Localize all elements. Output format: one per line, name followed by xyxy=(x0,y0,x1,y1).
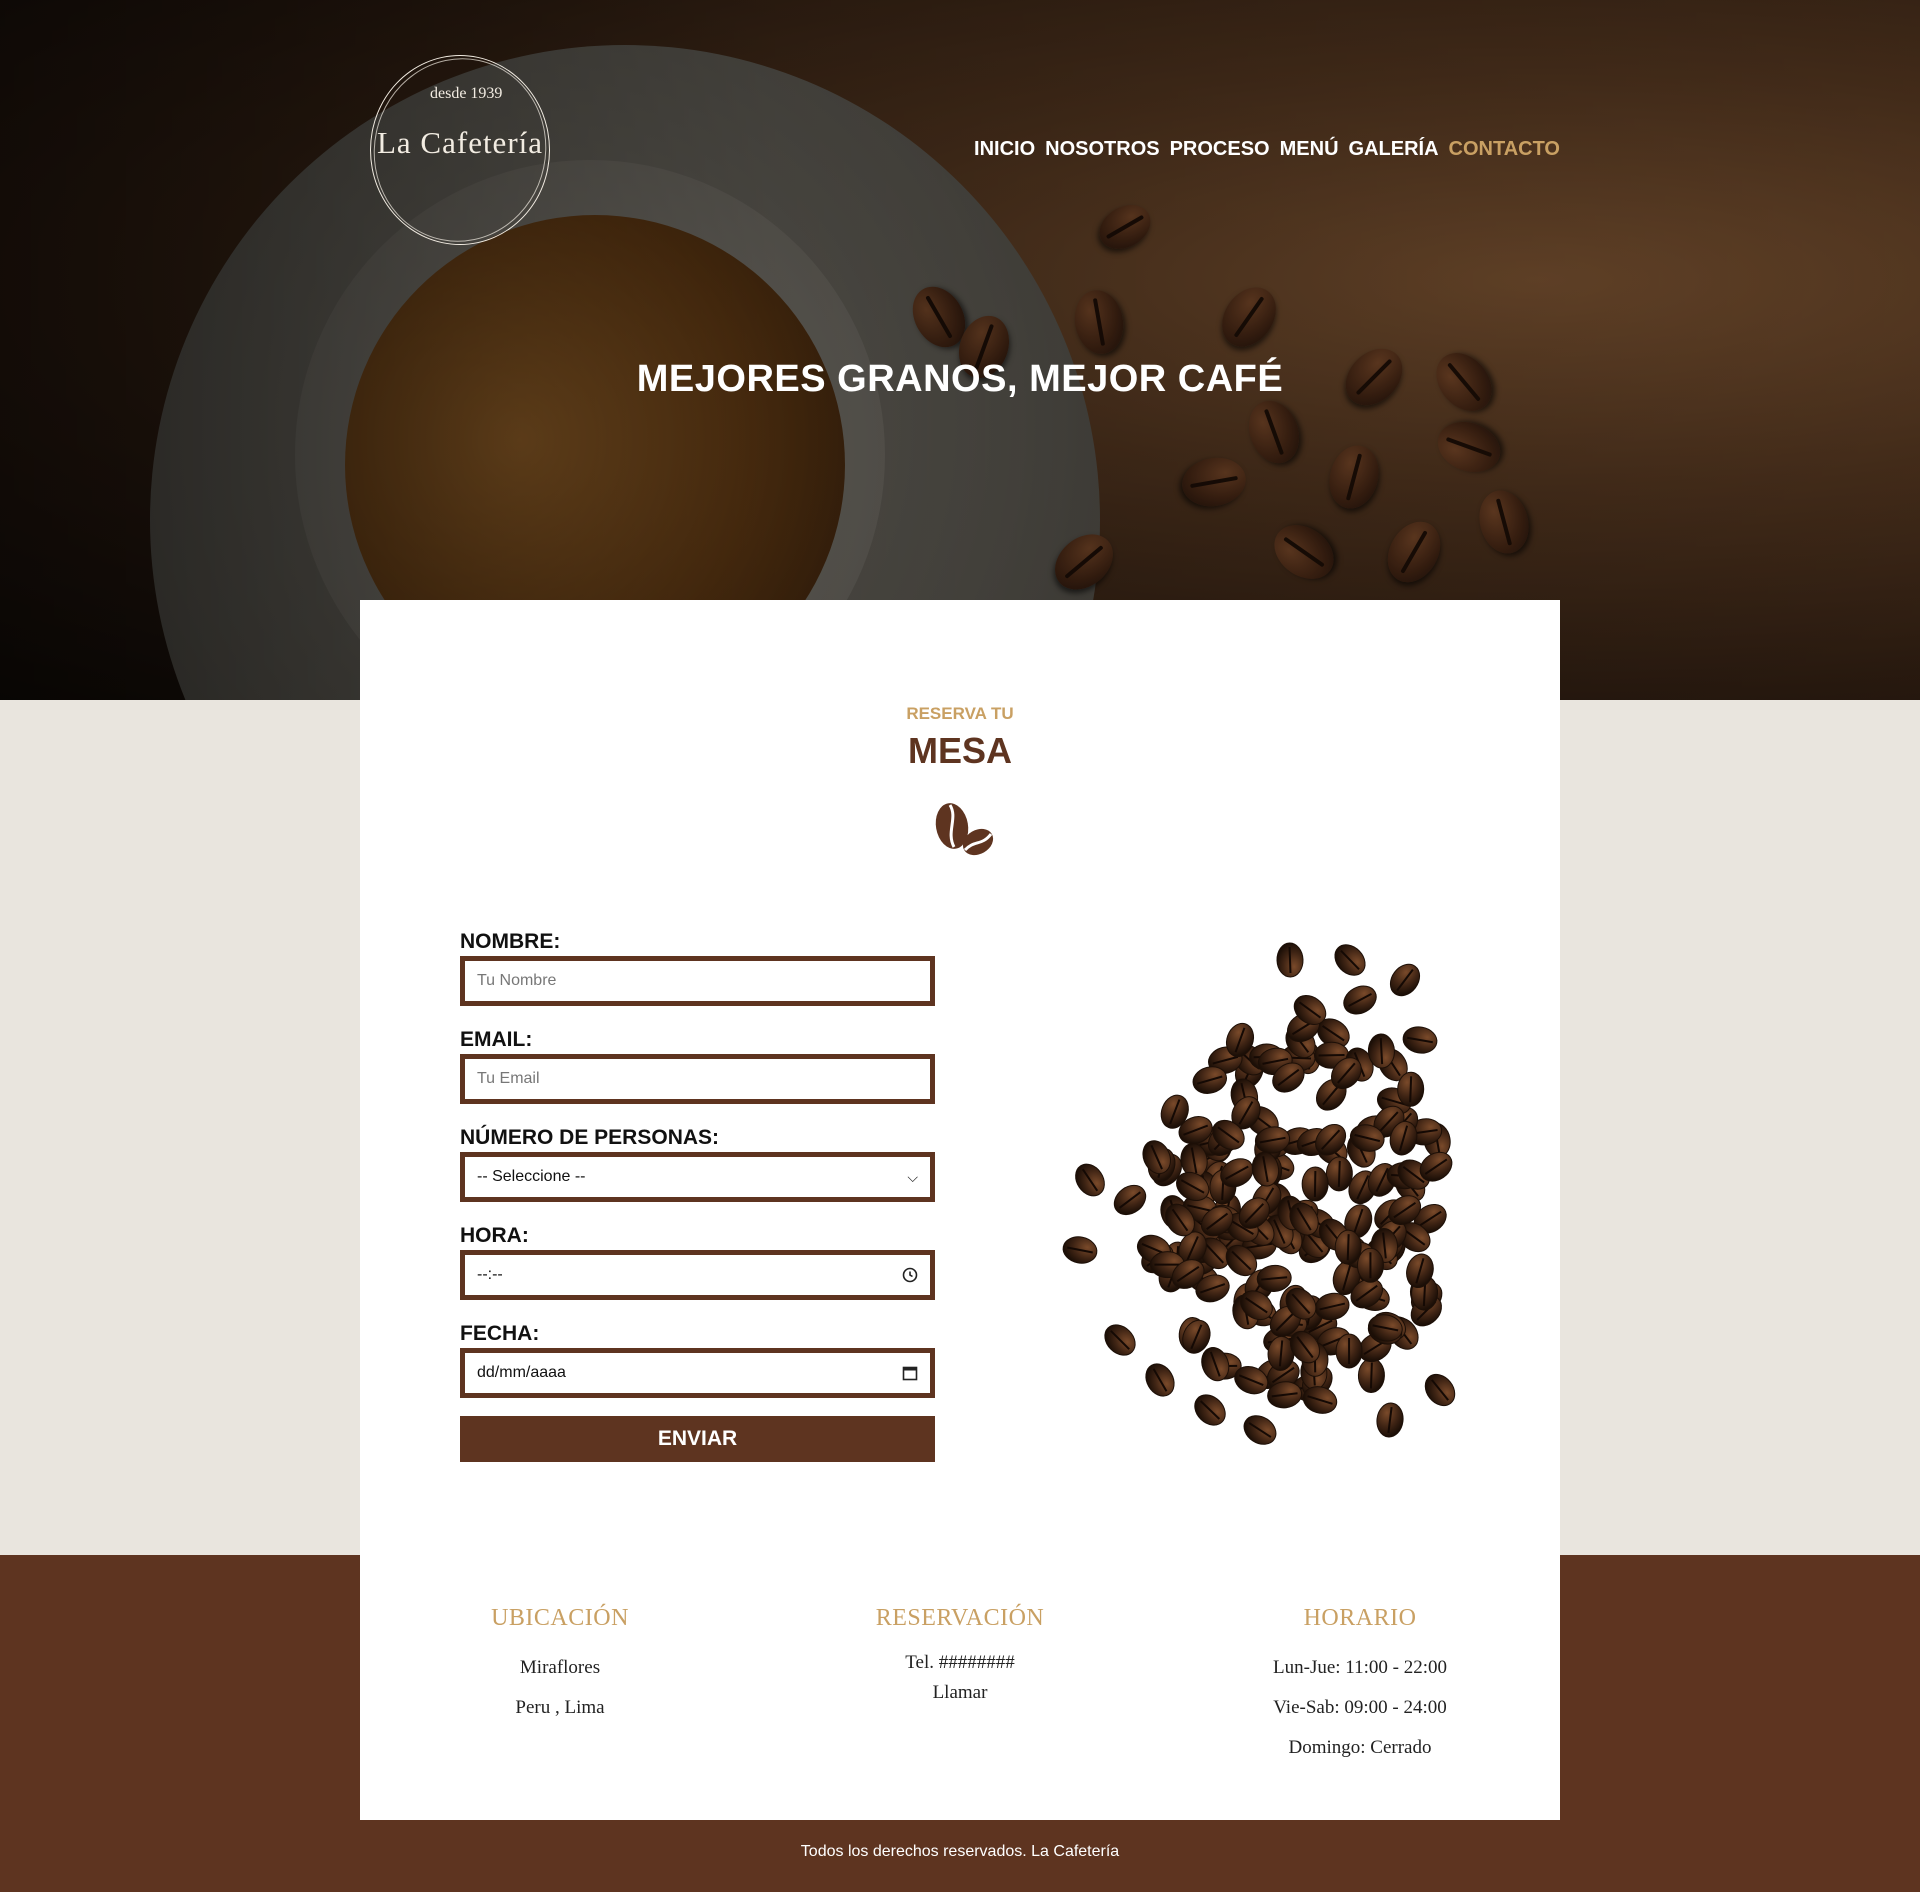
hours-column: HORARIO Lun-Jue: 11:00 - 22:00 Vie-Sab: … xyxy=(1160,1605,1560,1768)
clock-icon[interactable] xyxy=(902,1267,918,1283)
hero-banner: desde 1939 La Cafetería INICIO NOSOTROS … xyxy=(0,0,1920,700)
coffee-bean-crease xyxy=(1369,1362,1373,1389)
hours-title: HORARIO xyxy=(1303,1605,1417,1631)
date-field-group: FECHA: dd/mm/aaaa xyxy=(460,1322,935,1398)
calendar-icon[interactable] xyxy=(902,1365,918,1381)
hero-title: MEJORES GRANOS, MEJOR CAFÉ xyxy=(636,358,1284,400)
nav-link-proceso[interactable]: PROCESO xyxy=(1170,138,1270,161)
nav-link-galeria[interactable]: GALERÍA xyxy=(1349,138,1439,161)
coffee-bean-crease xyxy=(1409,1076,1413,1103)
call-link[interactable]: Llamar xyxy=(760,1678,1160,1708)
coffee-bean-crease xyxy=(1346,1234,1350,1261)
info-columns: UBICACIÓN Miraflores Peru , Lima RESERVA… xyxy=(360,1605,1560,1768)
date-input[interactable]: dd/mm/aaaa xyxy=(460,1348,935,1398)
hours-line: Lun-Jue: 11:00 - 22:00 xyxy=(1273,1657,1447,1678)
coffee-beans-image xyxy=(1062,942,1456,1445)
date-label: FECHA: xyxy=(460,1322,540,1345)
logo-since-text: desde 1939 xyxy=(430,85,503,102)
chevron-down-icon: ⌵ xyxy=(907,1168,918,1185)
email-label: EMAIL: xyxy=(460,1028,533,1051)
submit-button[interactable]: ENVIAR xyxy=(460,1416,935,1462)
location-line: Peru , Lima xyxy=(515,1697,605,1718)
footer-copyright: Todos los derechos reservados. La Cafete… xyxy=(800,1843,1120,1860)
time-input[interactable]: --:-- xyxy=(460,1250,935,1300)
people-selected-value: -- Seleccione -- xyxy=(477,1168,586,1185)
nav-link-nosotros[interactable]: NOSOTROS xyxy=(1045,138,1159,161)
location-line: Miraflores xyxy=(519,1657,601,1678)
email-placeholder: Tu Email xyxy=(477,1070,540,1087)
name-field-group: NOMBRE: Tu Nombre xyxy=(460,930,935,1006)
hours-line: Domingo: Cerrado xyxy=(1288,1737,1432,1758)
reservation-card: RESERVA TU MESA NOMBRE: Tu Nombre EMAIL:… xyxy=(360,600,1560,1820)
section-title: MESA xyxy=(907,730,1012,771)
booking-title: RESERVACIÓN xyxy=(875,1605,1045,1631)
name-placeholder: Tu Nombre xyxy=(477,972,557,989)
time-label: HORA: xyxy=(460,1224,529,1247)
time-value: --:-- xyxy=(477,1266,503,1283)
coffee-bean-crease xyxy=(1379,1037,1384,1065)
section-eyebrow: RESERVA TU xyxy=(906,704,1014,723)
coffee-bean-crease xyxy=(1337,1160,1341,1187)
nav-link-contacto[interactable]: CONTACTO xyxy=(1449,138,1560,161)
date-value: dd/mm/aaaa xyxy=(477,1364,566,1381)
name-label: NOMBRE: xyxy=(460,930,561,953)
reservation-form: NOMBRE: Tu Nombre EMAIL: Tu Email NÚMERO… xyxy=(460,930,935,1462)
hero-overlay xyxy=(0,0,1920,700)
coffee-beans-icon xyxy=(935,803,994,856)
people-label: NÚMERO DE PERSONAS: xyxy=(460,1126,720,1149)
nav-link-menu[interactable]: MENÚ xyxy=(1280,138,1339,161)
location-title: UBICACIÓN xyxy=(491,1605,629,1631)
email-field-group: EMAIL: Tu Email xyxy=(460,1028,935,1104)
time-field-group: HORA: --:-- xyxy=(460,1224,935,1300)
logo-name-text: La Cafetería xyxy=(376,125,544,160)
email-input[interactable]: Tu Email xyxy=(460,1054,935,1104)
main-navigation: INICIO NOSOTROS PROCESO MENÚ GALERÍA CON… xyxy=(974,138,1560,161)
nav-link-inicio[interactable]: INICIO xyxy=(974,138,1035,161)
hours-line: Vie-Sab: 09:00 - 24:00 xyxy=(1273,1697,1447,1718)
people-field-group: NÚMERO DE PERSONAS: -- Seleccione -- ⌵ xyxy=(460,1126,935,1202)
location-column: UBICACIÓN Miraflores Peru , Lima xyxy=(360,1605,760,1768)
booking-column: RESERVACIÓN Tel. ######## Llamar xyxy=(760,1605,1160,1768)
people-select[interactable]: -- Seleccione -- ⌵ xyxy=(460,1152,935,1202)
name-input[interactable]: Tu Nombre xyxy=(460,956,935,1006)
booking-phone: Tel. ######## xyxy=(905,1652,1015,1673)
coffee-bean-crease xyxy=(1288,946,1292,974)
brand-logo[interactable]: desde 1939 La Cafetería xyxy=(356,42,564,258)
